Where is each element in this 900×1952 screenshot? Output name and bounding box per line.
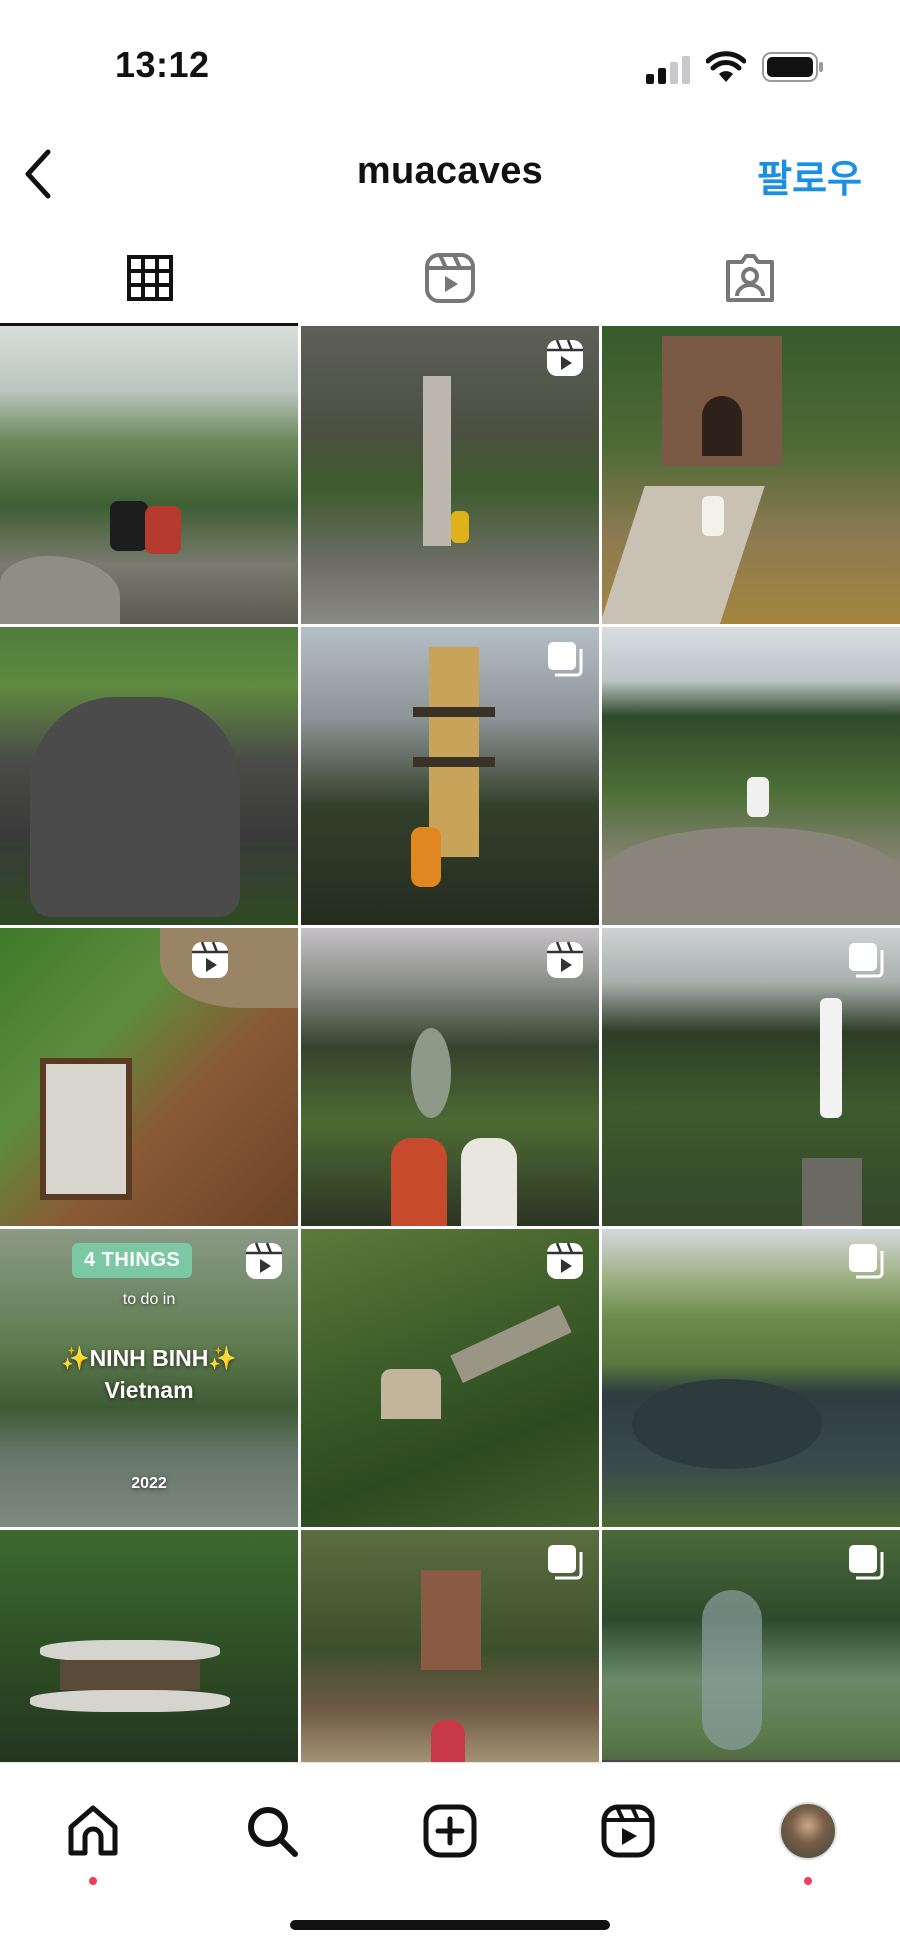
home-icon bbox=[68, 1805, 118, 1856]
profile-tabs bbox=[0, 230, 900, 326]
carousel-badge-icon bbox=[849, 1545, 884, 1580]
nav-search[interactable] bbox=[232, 1791, 312, 1871]
post-overlay-pill: 4 THINGS bbox=[72, 1243, 193, 1278]
post-overlay-line3: Vietnam bbox=[104, 1377, 194, 1403]
plus-square-icon bbox=[423, 1804, 477, 1858]
profile-avatar bbox=[779, 1802, 837, 1860]
post-thumbnail[interactable] bbox=[301, 627, 599, 925]
wifi-icon bbox=[706, 51, 746, 82]
notification-dot bbox=[89, 1877, 97, 1885]
nav-reels[interactable] bbox=[588, 1791, 668, 1871]
status-bar: 13:12 bbox=[0, 0, 900, 120]
profile-header: muacaves 팔로우 bbox=[0, 120, 900, 230]
carousel-badge-icon bbox=[548, 1545, 583, 1580]
tab-posts[interactable] bbox=[0, 230, 300, 326]
post-thumbnail[interactable] bbox=[301, 1229, 599, 1527]
status-time: 13:12 bbox=[115, 44, 210, 85]
posts-grid: 4 THINGS to do in ✨NINH BINH✨ Vietnam 20… bbox=[0, 326, 900, 1762]
post-thumbnail[interactable] bbox=[602, 1229, 900, 1527]
battery-icon bbox=[762, 52, 823, 82]
reels-icon bbox=[425, 253, 475, 303]
post-thumbnail[interactable] bbox=[602, 627, 900, 925]
reel-badge-icon bbox=[547, 339, 583, 376]
reel-badge-icon bbox=[192, 941, 228, 978]
post-thumbnail[interactable] bbox=[0, 1530, 298, 1762]
nav-create[interactable] bbox=[410, 1791, 490, 1871]
reel-badge-icon bbox=[246, 1242, 282, 1279]
follow-button[interactable]: 팔로우 bbox=[757, 148, 862, 203]
carousel-badge-icon bbox=[548, 642, 583, 677]
post-thumbnail[interactable]: 4 THINGS to do in ✨NINH BINH✨ Vietnam 20… bbox=[0, 1229, 298, 1527]
reels-icon bbox=[601, 1804, 655, 1858]
search-icon bbox=[248, 1807, 298, 1857]
post-thumbnail[interactable] bbox=[301, 326, 599, 624]
post-thumbnail[interactable] bbox=[301, 1530, 599, 1762]
home-indicator bbox=[290, 1920, 610, 1930]
tab-reels[interactable] bbox=[300, 230, 600, 326]
carousel-badge-icon bbox=[849, 943, 884, 978]
post-overlay-line1: to do in bbox=[122, 1291, 176, 1308]
notification-dot bbox=[804, 1877, 812, 1885]
cellular-signal-icon bbox=[646, 56, 694, 84]
grid-icon bbox=[127, 255, 173, 301]
reel-badge-icon bbox=[547, 1242, 583, 1279]
post-thumbnail[interactable] bbox=[602, 326, 900, 624]
post-thumbnail[interactable] bbox=[0, 627, 298, 925]
post-thumbnail[interactable] bbox=[602, 1530, 900, 1762]
post-thumbnail[interactable] bbox=[0, 928, 298, 1226]
post-overlay-line2: ✨NINH BINH✨ bbox=[60, 1345, 238, 1371]
carousel-badge-icon bbox=[849, 1244, 884, 1279]
post-thumbnail[interactable] bbox=[301, 928, 599, 1226]
nav-profile[interactable] bbox=[768, 1791, 848, 1885]
post-thumbnail[interactable] bbox=[0, 326, 298, 624]
tab-tagged[interactable] bbox=[600, 230, 900, 326]
post-thumbnail[interactable] bbox=[602, 928, 900, 1226]
reel-badge-icon bbox=[547, 941, 583, 978]
tagged-person-icon bbox=[726, 254, 774, 302]
post-overlay-year: 2022 bbox=[131, 1475, 167, 1492]
nav-home[interactable] bbox=[53, 1791, 133, 1885]
